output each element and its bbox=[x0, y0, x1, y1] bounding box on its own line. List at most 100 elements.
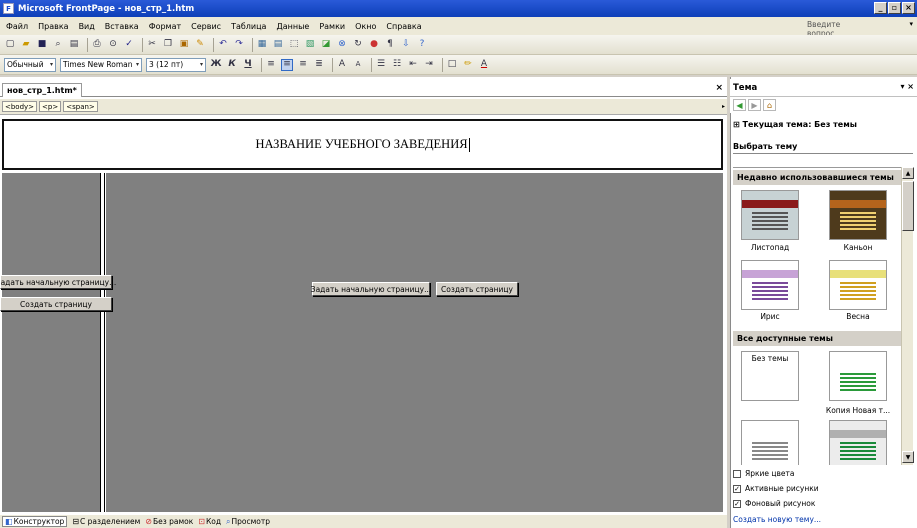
menu-edit[interactable]: Правка bbox=[38, 22, 68, 31]
stop-icon[interactable]: ● bbox=[368, 39, 380, 51]
bullets-icon[interactable]: ☷ bbox=[391, 59, 403, 71]
insert-frame-icon[interactable]: ⬚ bbox=[288, 39, 300, 51]
numbering-icon[interactable]: ☰ bbox=[375, 59, 387, 71]
preview-icon[interactable]: ⊙ bbox=[107, 39, 119, 51]
view-code-tab[interactable]: ⊡ Код bbox=[198, 517, 221, 526]
drawing-icon[interactable]: ◪ bbox=[320, 39, 332, 51]
theme-thumb-blank[interactable] bbox=[741, 420, 799, 465]
font-color-icon[interactable]: A bbox=[478, 59, 490, 71]
align-center-icon[interactable]: ≡ bbox=[281, 58, 293, 71]
left-new-page-button[interactable]: Создать страницу bbox=[0, 297, 112, 311]
menu-frames[interactable]: Рамки bbox=[319, 22, 345, 31]
theme-thumb-listopad[interactable] bbox=[741, 190, 799, 240]
close-button[interactable]: × bbox=[902, 2, 915, 14]
scroll-thumb[interactable] bbox=[902, 181, 914, 231]
scroll-down-icon[interactable]: ▼ bbox=[902, 451, 914, 463]
frontpage-app-icon[interactable]: F bbox=[3, 3, 14, 14]
theme-thumb-vesna[interactable] bbox=[829, 260, 887, 310]
theme-thumb-copy-new[interactable] bbox=[829, 351, 887, 401]
vivid-colors-option[interactable]: Яркие цвета bbox=[733, 469, 794, 478]
task-pane-menu-close-icon[interactable]: ▾ × bbox=[900, 82, 914, 91]
document-tab[interactable]: нов_стр_1.htm* bbox=[2, 82, 82, 97]
menu-help[interactable]: Справка bbox=[386, 22, 421, 31]
new-page-icon[interactable]: ▢ bbox=[4, 39, 16, 51]
insert-layer-icon[interactable]: ▦ bbox=[256, 39, 268, 51]
tag-span[interactable]: <span> bbox=[63, 101, 98, 112]
help-icon[interactable]: ? bbox=[416, 39, 428, 51]
current-theme-label[interactable]: ⊞ Текущая тема: Без темы bbox=[733, 120, 857, 129]
menu-tools[interactable]: Сервис bbox=[191, 22, 221, 31]
main-set-initial-page-button[interactable]: Задать начальную страницу... bbox=[311, 282, 431, 296]
forward-icon[interactable]: ▶ bbox=[748, 99, 761, 111]
left-frame[interactable] bbox=[2, 173, 100, 512]
tag-p[interactable]: <p> bbox=[39, 101, 62, 112]
insert-table-icon[interactable]: ▤ bbox=[272, 39, 284, 51]
active-graphics-checkbox[interactable]: ✓ bbox=[733, 484, 741, 493]
theme-thumb-iris[interactable] bbox=[741, 260, 799, 310]
view-preview-tab[interactable]: ⌕ Просмотр bbox=[226, 517, 270, 527]
main-frame[interactable] bbox=[106, 173, 723, 512]
align-right-icon[interactable]: ≡ bbox=[297, 59, 309, 71]
close-document-icon[interactable]: × bbox=[715, 83, 723, 93]
paste-icon[interactable]: ▣ bbox=[178, 39, 190, 51]
home-icon[interactable]: ⌂ bbox=[763, 99, 776, 111]
open-icon[interactable]: ▰ bbox=[20, 39, 32, 51]
vivid-colors-checkbox[interactable] bbox=[733, 469, 741, 478]
cut-icon[interactable]: ✂ bbox=[146, 39, 158, 51]
top-frame[interactable]: НАЗВАНИЕ УЧЕБНОГО ЗАВЕДЕНИЯ bbox=[2, 119, 723, 170]
view-split-tab[interactable]: ⊟ С разделением bbox=[72, 517, 140, 526]
decrease-font-icon[interactable]: A bbox=[352, 59, 364, 71]
page-heading[interactable]: НАЗВАНИЕ УЧЕБНОГО ЗАВЕДЕНИЯ bbox=[255, 137, 467, 152]
minimize-button[interactable]: _ bbox=[874, 2, 887, 14]
code-snippet-icon[interactable]: ⇩ bbox=[400, 39, 412, 51]
theme-thumb-kanyon[interactable] bbox=[829, 190, 887, 240]
show-all-icon[interactable]: ¶ bbox=[384, 39, 396, 51]
increase-font-icon[interactable]: A bbox=[336, 59, 348, 71]
italic-icon[interactable]: К bbox=[226, 59, 238, 71]
scroll-up-icon[interactable]: ▲ bbox=[902, 167, 914, 179]
menu-data[interactable]: Данные bbox=[276, 22, 309, 31]
themes-scrollbar[interactable]: ▲ ▼ bbox=[901, 167, 914, 465]
bold-icon[interactable]: Ж bbox=[210, 59, 222, 71]
main-new-page-button[interactable]: Создать страницу bbox=[436, 282, 518, 296]
tag-scroll-icon[interactable]: ▸ bbox=[722, 103, 725, 110]
view-design-tab[interactable]: ◧ Конструктор bbox=[2, 516, 68, 527]
menu-insert[interactable]: Вставка bbox=[105, 22, 139, 31]
refresh-icon[interactable]: ↻ bbox=[352, 39, 364, 51]
print-icon[interactable]: ⎙ bbox=[91, 39, 103, 51]
spelling-icon[interactable]: ✓ bbox=[123, 39, 135, 51]
theme-thumb-grey[interactable] bbox=[829, 420, 887, 465]
justify-icon[interactable]: ≣ bbox=[313, 59, 325, 71]
publish-icon[interactable]: ▤ bbox=[68, 39, 80, 51]
menu-view[interactable]: Вид bbox=[79, 22, 95, 31]
menu-window[interactable]: Окно bbox=[355, 22, 376, 31]
background-picture-checkbox[interactable]: ✓ bbox=[733, 499, 741, 508]
undo-icon[interactable]: ↶ bbox=[217, 39, 229, 51]
redo-icon[interactable]: ↷ bbox=[233, 39, 245, 51]
view-noframes-tab[interactable]: ⊘ Без рамок bbox=[145, 517, 193, 526]
menu-file[interactable]: Файл bbox=[6, 22, 28, 31]
borders-icon[interactable]: □ bbox=[446, 59, 458, 71]
tag-body[interactable]: <body> bbox=[2, 101, 38, 112]
restore-button[interactable]: ▫ bbox=[888, 2, 901, 14]
font-size-select[interactable]: 3 (12 пт) ▾ bbox=[146, 57, 206, 72]
format-painter-icon[interactable]: ✎ bbox=[194, 39, 206, 51]
active-graphics-option[interactable]: ✓ Активные рисунки bbox=[733, 484, 819, 493]
menu-table[interactable]: Таблица bbox=[231, 22, 266, 31]
search-icon[interactable]: ⌕ bbox=[52, 39, 64, 51]
indent-icon[interactable]: ⇥ bbox=[423, 59, 435, 71]
hyperlink-icon[interactable]: ⊗ bbox=[336, 39, 348, 51]
menu-format[interactable]: Формат bbox=[149, 22, 181, 31]
save-icon[interactable]: ■ bbox=[36, 39, 48, 51]
insert-picture-icon[interactable]: ▧ bbox=[304, 39, 316, 51]
create-new-theme-link[interactable]: Создать новую тему... bbox=[733, 515, 821, 524]
style-select[interactable]: Обычный ▾ bbox=[4, 57, 56, 72]
highlight-icon[interactable]: ✏ bbox=[462, 59, 474, 71]
back-icon[interactable]: ◀ bbox=[733, 99, 746, 111]
font-select[interactable]: Times New Roman ▾ bbox=[60, 57, 142, 72]
align-left-icon[interactable]: ≡ bbox=[265, 59, 277, 71]
copy-icon[interactable]: ❐ bbox=[162, 39, 174, 51]
outdent-icon[interactable]: ⇤ bbox=[407, 59, 419, 71]
frame-splitter[interactable] bbox=[100, 173, 105, 512]
underline-icon[interactable]: Ч bbox=[242, 59, 254, 71]
